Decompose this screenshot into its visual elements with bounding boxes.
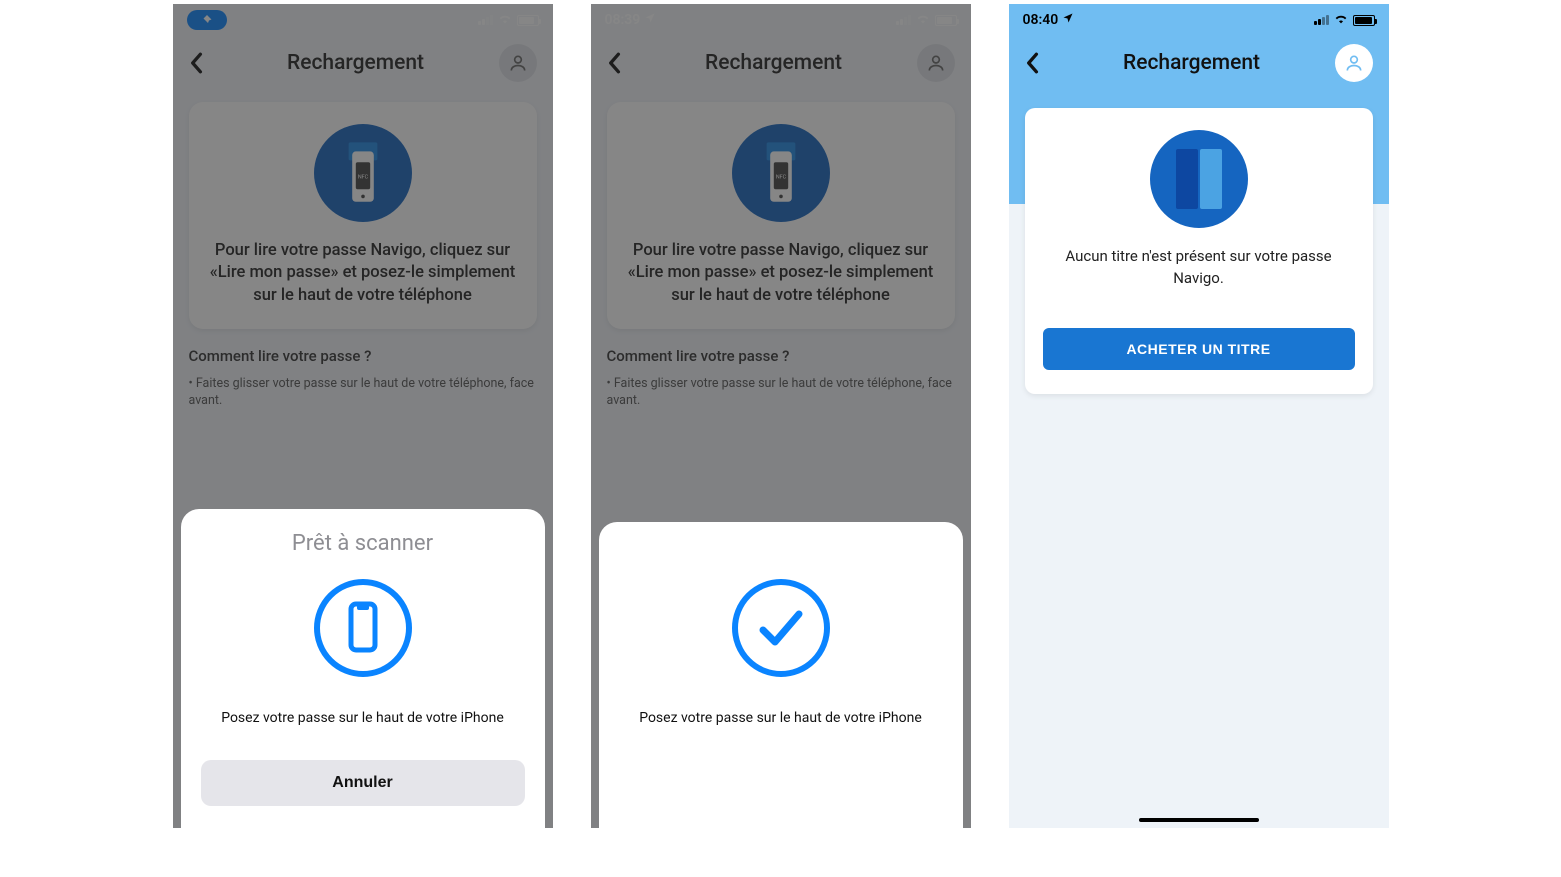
sheet-title: Prêt à scanner — [201, 531, 525, 556]
app-header: Rechargement — [1009, 36, 1389, 90]
checkmark-icon — [619, 578, 943, 682]
result-card: Aucun titre n'est présent sur votre pass… — [1025, 108, 1373, 394]
back-button[interactable] — [1025, 51, 1049, 75]
screen-2: 08:39 Rechargement — [591, 4, 971, 828]
signal-icon — [1314, 15, 1329, 25]
status-bar: 08:40 — [1009, 4, 1389, 36]
status-time: 08:40 — [1023, 12, 1059, 28]
sheet-instruction: Posez votre passe sur le haut de votre i… — [201, 710, 525, 726]
page-title: Rechargement — [1049, 51, 1335, 75]
result-text: Aucun titre n'est présent sur votre pass… — [1043, 246, 1355, 290]
screen-1: Rechargement NFC Pour lire votre passe N… — [173, 4, 553, 828]
profile-button[interactable] — [1335, 44, 1373, 82]
cancel-button[interactable]: Annuler — [201, 760, 525, 806]
location-arrow-icon — [1062, 12, 1074, 28]
nfc-scan-sheet: Posez votre passe sur le haut de votre i… — [599, 522, 963, 828]
phone-outline-icon — [201, 578, 525, 682]
sheet-instruction: Posez votre passe sur le haut de votre i… — [619, 710, 943, 726]
nfc-scan-sheet: Prêt à scanner Posez votre passe sur le … — [181, 509, 545, 828]
screen-3: 08:40 Rechargement — [1009, 4, 1389, 828]
navigo-pass-icon — [1150, 130, 1248, 228]
wifi-icon — [1333, 12, 1349, 28]
battery-icon — [1353, 15, 1375, 26]
home-indicator[interactable] — [1139, 818, 1259, 822]
buy-ticket-button[interactable]: ACHETER UN TITRE — [1043, 328, 1355, 370]
